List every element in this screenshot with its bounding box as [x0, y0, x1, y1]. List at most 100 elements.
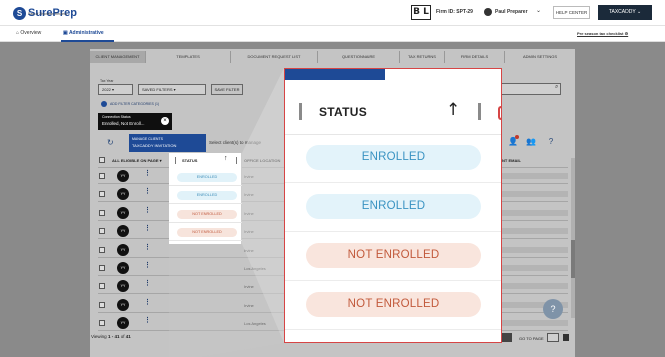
checklist-label: Pre season tax checklist: [577, 31, 624, 36]
row-actions-icon[interactable]: ⋮: [144, 206, 151, 214]
row-checkbox[interactable]: [99, 228, 105, 235]
column-resize-handle[interactable]: [175, 157, 176, 164]
office-location-cell: Los Angeles: [244, 321, 266, 327]
manage-clients-dropdown[interactable]: MANAGE CLIENTS TAXCADDY INVITATION: [129, 134, 206, 152]
row-checkbox[interactable]: [99, 173, 105, 179]
zoom-status-header[interactable]: [285, 96, 501, 135]
viewing-range: 1 - 41: [107, 334, 120, 339]
help-icon[interactable]: ?: [546, 137, 556, 147]
tax-year-label: Tax Year: [100, 79, 114, 83]
search-icon[interactable]: ⌕: [555, 84, 558, 91]
tab-admin-settings[interactable]: ADMIN SETTINGS: [505, 51, 575, 63]
top-header: S SurePrep Part of Thomson Reuters B L F…: [0, 0, 665, 26]
sort-ascending-icon[interactable]: ↑: [446, 100, 460, 120]
row-actions-icon[interactable]: ⋮: [144, 316, 151, 324]
all-eligible-header[interactable]: ALL ELIGIBLE ON PAGE ▾: [112, 158, 162, 163]
row-checkbox[interactable]: [99, 191, 105, 198]
tab-tax-returns[interactable]: TAX RETURNS: [400, 51, 445, 63]
taxcaddy-label: TAXCADDY: [608, 9, 636, 15]
tab-firm-details[interactable]: FIRM DETAILS: [445, 51, 505, 63]
manage-clients-strip: [285, 69, 385, 80]
office-location-cell: Irvine: [244, 284, 254, 290]
nav-overview-label: Overview: [20, 30, 42, 36]
table-scrollbar[interactable]: [571, 158, 575, 318]
active-filter-chip[interactable]: Connection Status Enrolled, Not Enroll..…: [98, 113, 172, 130]
close-icon[interactable]: ×: [161, 117, 169, 125]
status-badge-not-enrolled: NOT ENROLLED: [177, 209, 237, 219]
pre-season-checklist-link[interactable]: Pre season tax checklist ⚙: [577, 31, 628, 36]
tab-templates[interactable]: TEMPLATES: [146, 51, 231, 63]
row-checkbox[interactable]: [99, 246, 105, 253]
row-actions-icon[interactable]: ⋮: [144, 261, 151, 269]
client-avatar: YY: [117, 206, 129, 219]
row-divider: [169, 240, 242, 242]
tab-questionnaire[interactable]: QUESTIONNAIRE: [318, 51, 400, 63]
chevron-down-icon[interactable]: ⌄: [536, 7, 541, 14]
refresh-icon[interactable]: ↻: [107, 138, 114, 147]
user-avatar-icon[interactable]: [484, 8, 492, 16]
tax-year-value: 2022: [102, 87, 111, 92]
firm-logo-badge: B L: [411, 5, 431, 20]
column-resize-handle-left[interactable]: [299, 103, 302, 120]
zoom-row-divider: [285, 231, 501, 232]
taxcaddy-button[interactable]: TAXCADDY ⌄: [598, 5, 652, 20]
zoom-status-badge-not-enrolled: NOT ENROLLED: [306, 292, 481, 317]
viewing-of: of: [120, 334, 125, 339]
row-checkbox[interactable]: [99, 209, 105, 216]
firm-id: Firm ID: SPT-29: [436, 9, 473, 15]
row-checkbox[interactable]: [99, 283, 105, 290]
group-icon[interactable]: 👥: [526, 137, 536, 147]
row-checkbox[interactable]: [99, 301, 105, 308]
nav-administrative[interactable]: ▣ Administrative: [63, 30, 104, 36]
zoom-row-divider: [285, 182, 501, 183]
office-location-cell: Irvine: [244, 302, 254, 308]
office-location-header[interactable]: OFFICE LOCATION: [244, 158, 280, 163]
add-filter-categories-link[interactable]: ADD FILTER CATEGORIES (1): [110, 102, 159, 106]
viewing-prefix: Viewing: [91, 334, 107, 339]
row-actions-icon[interactable]: ⋮: [144, 169, 151, 177]
status-badge-enrolled: ENROLLED: [177, 191, 237, 201]
row-actions-icon[interactable]: ⋮: [144, 224, 151, 232]
email-header[interactable]: NT EMAIL: [502, 158, 521, 163]
user-name[interactable]: Paul Preparer: [495, 9, 528, 15]
go-to-page-arrow-icon[interactable]: [563, 334, 569, 341]
office-location-cell: Irvine: [244, 192, 254, 198]
row-divider: [169, 221, 242, 223]
help-center-button[interactable]: HELP CENTER: [553, 6, 590, 19]
select-all-checkbox[interactable]: [99, 157, 105, 163]
filter-chip-value: Enrolled, Not Enroll...: [102, 121, 145, 126]
nav-administrative-label: Administrative: [68, 30, 104, 36]
scrollbar-thumb[interactable]: [571, 240, 575, 278]
row-actions-icon[interactable]: ⋮: [144, 187, 151, 195]
zoom-status-title[interactable]: STATUS: [319, 105, 367, 119]
row-checkbox[interactable]: [99, 265, 105, 271]
add-filter-label: ADD FILTER CATEGORIES: [110, 102, 154, 106]
tax-year-select[interactable]: 2022 ▾: [98, 84, 133, 95]
nav-overview[interactable]: ⌂ Overview: [16, 30, 41, 36]
sort-asc-icon-small[interactable]: ↑: [224, 155, 228, 162]
office-location-cell: Irvine: [244, 210, 254, 216]
saved-filters-select[interactable]: SAVED FILTERS ▾: [138, 84, 206, 95]
row-checkbox[interactable]: [99, 320, 105, 327]
pagination-summary: Viewing 1 - 41 of 41: [91, 334, 131, 339]
manage-clients-label: MANAGE CLIENTS: [132, 137, 163, 141]
tab-client-management[interactable]: CLIENT MANAGEMENT: [90, 51, 146, 63]
column-resize-handle-right[interactable]: [478, 103, 481, 120]
help-fab-icon[interactable]: ?: [543, 299, 563, 319]
status-badge-not-enrolled: NOT ENROLLED: [177, 228, 237, 238]
column-resize-handle[interactable]: [236, 157, 237, 164]
row-actions-icon[interactable]: ⋮: [144, 279, 151, 287]
manage-clients-value: TAXCADDY INVITATION: [132, 143, 177, 148]
status-zoom-callout: STATUS ↑ ENROLLED ENROLLED NOT ENROLLED NOT…: [284, 68, 502, 343]
zoom-status-badge-not-enrolled: NOT ENROLLED: [306, 243, 481, 268]
add-filter-count: (1): [154, 102, 160, 106]
row-actions-icon[interactable]: ⋮: [144, 298, 151, 306]
tab-document-request-list[interactable]: DOCUMENT REQUEST LIST: [231, 51, 318, 63]
status-header-small[interactable]: STATUS: [182, 158, 197, 163]
search-input[interactable]: [497, 83, 561, 95]
row-actions-icon[interactable]: ⋮: [144, 243, 151, 251]
go-to-page-input[interactable]: [547, 333, 559, 342]
add-filter-icon[interactable]: [101, 101, 107, 107]
save-filter-button[interactable]: SAVE FILTER: [211, 84, 243, 95]
zoom-row-divider: [285, 329, 501, 330]
